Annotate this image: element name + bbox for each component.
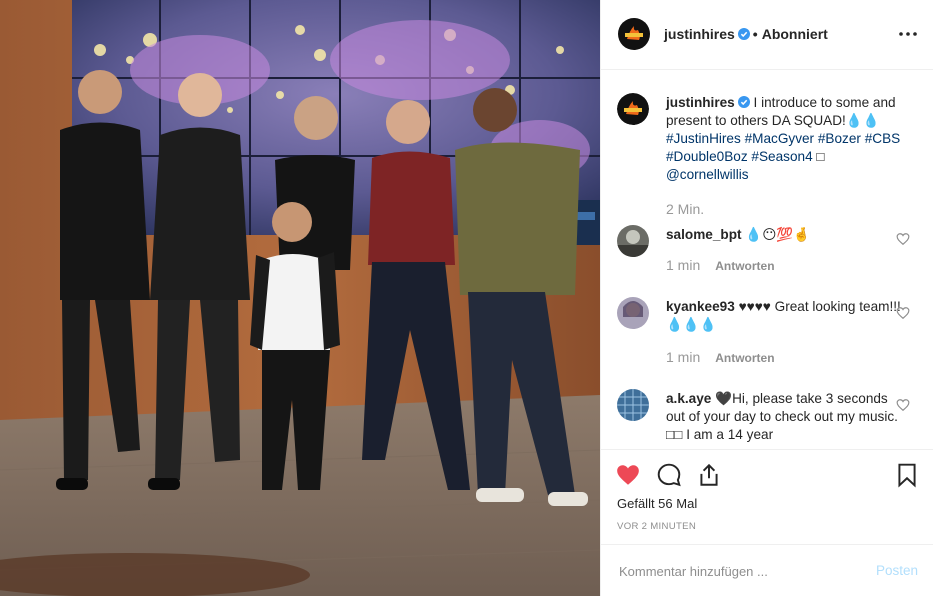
- caption-time: 2 Min.: [666, 201, 704, 217]
- caption-block: justinhires I introduce to some and pres…: [601, 91, 933, 231]
- post-header: justinhires • Abonniert: [601, 0, 933, 70]
- comments-list[interactable]: justinhires I introduce to some and pres…: [601, 71, 933, 449]
- comment-body: 💧😶💯🤞: [745, 227, 811, 242]
- comment-username[interactable]: salome_bpt: [666, 227, 742, 242]
- comment-text: a.k.aye 🖤Hi, please take 3 seconds out o…: [666, 390, 906, 444]
- header-user-line: justinhires • Abonniert: [664, 26, 828, 42]
- comment-username[interactable]: a.k.aye: [666, 391, 711, 406]
- like-comment-heart-icon[interactable]: [896, 398, 910, 412]
- comment-meta: 1 min Antworten: [666, 257, 775, 273]
- hashtag-link[interactable]: #Season4: [751, 149, 812, 164]
- comment-time: 1 min: [666, 349, 701, 365]
- caption-username[interactable]: justinhires: [666, 95, 735, 110]
- post-photo[interactable]: [0, 0, 600, 596]
- hashtag-link[interactable]: #Double0Boz: [666, 149, 748, 164]
- caption-avatar-icon[interactable]: [617, 93, 649, 125]
- comment-time: 1 min: [666, 257, 701, 273]
- comment-input[interactable]: [617, 559, 861, 583]
- commenter-avatar-icon[interactable]: [617, 389, 649, 421]
- like-comment-heart-icon[interactable]: [896, 232, 910, 246]
- hashtag-link[interactable]: #MacGyver: [745, 131, 815, 146]
- comment-text: kyankee93 ♥♥♥♥ Great looking team!!! 💧💧💧: [666, 298, 906, 334]
- mention-link[interactable]: @cornellwillis: [666, 167, 749, 182]
- caption-symbol: □: [816, 149, 825, 164]
- comment-meta: 1 min Antworten: [666, 349, 775, 365]
- comment-username[interactable]: kyankee93: [666, 299, 735, 314]
- header-username[interactable]: justinhires: [664, 26, 735, 42]
- flame-logo-icon[interactable]: [618, 18, 650, 50]
- commenter-avatar-icon[interactable]: [617, 225, 649, 257]
- header-separator: •: [752, 26, 758, 42]
- likes-count[interactable]: Gefällt 56 Mal: [617, 496, 697, 511]
- post-actions: Gefällt 56 Mal VOR 2 MINUTEN: [601, 449, 933, 544]
- more-options-icon[interactable]: [896, 22, 920, 46]
- share-icon[interactable]: [696, 462, 722, 488]
- commenter-avatar-icon[interactable]: [617, 297, 649, 329]
- verified-badge-icon: [737, 28, 750, 40]
- like-comment-heart-icon[interactable]: [896, 306, 910, 320]
- comment-item: a.k.aye 🖤Hi, please take 3 seconds out o…: [601, 389, 933, 449]
- comment-item: salome_bpt 💧😶💯🤞 1 min Antworten: [601, 225, 933, 285]
- comment-composer: Posten: [601, 544, 933, 596]
- hashtag-link[interactable]: #CBS: [865, 131, 901, 146]
- post-comment-button[interactable]: Posten: [876, 563, 918, 578]
- group-photo-image: [0, 0, 600, 596]
- comment-bubble-icon[interactable]: [656, 462, 682, 488]
- verified-badge-icon: [737, 96, 750, 108]
- reply-button[interactable]: Antworten: [715, 351, 774, 365]
- post-side-panel: justinhires • Abonniert justinhires I intr…: [600, 0, 933, 596]
- comment-text: salome_bpt 💧😶💯🤞: [666, 226, 906, 244]
- caption-text: justinhires I introduce to some and pres…: [666, 94, 906, 184]
- hashtag-link[interactable]: #Bozer: [818, 131, 861, 146]
- instagram-post-viewer: justinhires • Abonniert justinhires I intr…: [0, 0, 933, 596]
- like-heart-icon[interactable]: [615, 462, 641, 488]
- post-time-ago[interactable]: VOR 2 MINUTEN: [617, 521, 696, 532]
- follow-status-button[interactable]: Abonniert: [762, 26, 828, 42]
- save-bookmark-icon[interactable]: [894, 462, 920, 488]
- comment-item: kyankee93 ♥♥♥♥ Great looking team!!! 💧💧💧…: [601, 297, 933, 367]
- reply-button[interactable]: Antworten: [715, 259, 774, 273]
- caption-time-label: 2 Min.: [666, 201, 705, 217]
- hashtag-link[interactable]: #JustinHires: [666, 131, 741, 146]
